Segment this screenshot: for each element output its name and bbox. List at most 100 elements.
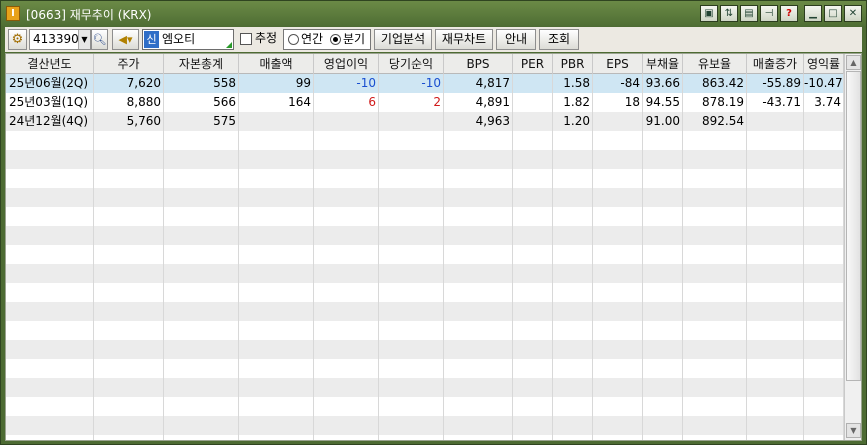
column-header[interactable]: 영업이익 xyxy=(314,54,379,74)
table-cell xyxy=(513,112,553,131)
grid-column-line xyxy=(164,245,239,264)
grid-column-line xyxy=(553,302,593,321)
query-button[interactable]: 조회 xyxy=(539,29,579,50)
column-header[interactable]: PER xyxy=(513,54,553,74)
grid-column-line xyxy=(643,321,683,340)
table-cell xyxy=(513,93,553,112)
minimize-icon[interactable]: ▁ xyxy=(804,5,822,22)
radio-quarterly[interactable] xyxy=(330,34,341,45)
table-cell: 1.20 xyxy=(563,114,590,128)
vertical-scrollbar[interactable]: ▲ ▼ xyxy=(844,54,861,440)
grid-column-line xyxy=(379,378,444,397)
table-cell: 2 xyxy=(433,95,441,109)
grid-column-line xyxy=(804,302,844,321)
speaker-icon[interactable]: ◀▾ xyxy=(112,29,139,50)
grid-column-line xyxy=(164,340,239,359)
grid-column-line xyxy=(6,378,94,397)
column-header[interactable]: 매출증가 xyxy=(747,54,804,74)
column-header[interactable]: 유보율 xyxy=(683,54,747,74)
company-analysis-button[interactable]: 기업분석 xyxy=(374,29,432,50)
table-row[interactable]: 24년12월(4Q) 5,760 575 4,963 1.20 91.00 892.54 xyxy=(6,112,844,131)
scroll-up-icon[interactable]: ▲ xyxy=(846,55,861,70)
estimate-checkbox[interactable]: 추정 xyxy=(238,29,280,50)
table-cell: 5,760 xyxy=(126,114,161,128)
table-cell: 164 xyxy=(288,95,311,109)
column-header[interactable]: 자본총계 xyxy=(164,54,239,74)
grid-column-line xyxy=(804,397,844,416)
grid-column-line xyxy=(239,150,314,169)
grid-column-line xyxy=(553,283,593,302)
arrange-icon[interactable]: ▣ xyxy=(700,5,718,22)
stock-name-field[interactable]: 신 엠오티 xyxy=(142,29,234,50)
grid-column-line xyxy=(239,245,314,264)
maximize-icon[interactable]: □ xyxy=(824,5,842,22)
grid-column-line xyxy=(6,131,94,150)
grid-column-line xyxy=(747,340,804,359)
grid-column-line xyxy=(94,359,164,378)
print-icon[interactable]: ▤ xyxy=(740,5,758,22)
guide-button[interactable]: 안내 xyxy=(496,29,536,50)
radio-annual[interactable] xyxy=(288,34,299,45)
grid-column-line xyxy=(747,207,804,226)
close-icon[interactable]: ✕ xyxy=(844,5,862,22)
column-header[interactable]: 영익률 xyxy=(804,54,844,74)
grid-column-line xyxy=(553,340,593,359)
column-header[interactable]: 부채율 xyxy=(643,54,683,74)
grid-column-line xyxy=(593,416,643,435)
row-background xyxy=(6,321,844,340)
grid-column-line xyxy=(643,245,683,264)
table-cell: -10 xyxy=(421,76,441,90)
column-header[interactable]: 주가 xyxy=(94,54,164,74)
title-bar[interactable]: I [0663] 재무추이 (KRX) ▣ ⇅ ▤ ⊣ ? ▁ □ ✕ xyxy=(1,1,866,26)
grid-column-line xyxy=(444,169,513,188)
table-cell: 24년12월(4Q) xyxy=(9,114,89,128)
search-icon[interactable]: 🔍︎ xyxy=(91,29,108,50)
chevron-down-icon[interactable]: ▼ xyxy=(78,30,90,49)
stock-code-input[interactable]: 413390 ▼ xyxy=(29,29,91,50)
table-cell: 558 xyxy=(213,76,236,90)
column-header[interactable]: PBR xyxy=(553,54,593,74)
table-cell: 3.74 xyxy=(814,95,841,109)
grid-column-line xyxy=(593,169,643,188)
column-header[interactable]: 결산년도 xyxy=(6,54,94,74)
scroll-thumb[interactable] xyxy=(846,71,861,381)
column-header[interactable]: BPS xyxy=(444,54,513,74)
scroll-down-icon[interactable]: ▼ xyxy=(846,423,861,438)
column-header[interactable]: EPS xyxy=(593,54,643,74)
column-header[interactable]: 당기순익 xyxy=(379,54,444,74)
grid-column-line xyxy=(6,169,94,188)
grid-column-line xyxy=(379,131,444,150)
grid-column-line xyxy=(804,207,844,226)
pin-icon[interactable]: ⊣ xyxy=(760,5,778,22)
grid-column-line xyxy=(239,378,314,397)
grid-column-line xyxy=(314,378,379,397)
table-cell: -43.71 xyxy=(762,95,801,109)
grid-column-line xyxy=(164,131,239,150)
grid-column-line xyxy=(379,416,444,435)
grid-column-line xyxy=(747,169,804,188)
column-header[interactable]: 매출액 xyxy=(239,54,314,74)
grid-column-line xyxy=(239,169,314,188)
link-icon[interactable]: ⇅ xyxy=(720,5,738,22)
grid-column-line xyxy=(164,264,239,283)
checkbox-box[interactable] xyxy=(240,33,252,45)
grid-column-line xyxy=(553,264,593,283)
settings-gear-icon[interactable]: ⚙ xyxy=(8,29,27,50)
grid-column-line xyxy=(314,169,379,188)
table-cell: 863.42 xyxy=(702,76,744,90)
grid-column-line xyxy=(94,188,164,207)
table-cell: 99 xyxy=(295,76,311,90)
grid-column-line xyxy=(513,302,553,321)
grid-column-line xyxy=(239,359,314,378)
table-row[interactable]: 25년03월(1Q) 8,880 566 164 6 2 4,891 1.82 18 94.55 8… xyxy=(6,93,844,112)
table-row[interactable]: 25년06월(2Q) 7,620 558 99 -10 -10 4,817 1.58 -84 93… xyxy=(6,74,844,93)
grid-column-line xyxy=(444,150,513,169)
grid-column-line xyxy=(513,226,553,245)
row-background xyxy=(6,378,844,397)
grid-column-line xyxy=(379,302,444,321)
grid-column-line xyxy=(444,378,513,397)
financial-chart-button[interactable]: 재무차트 xyxy=(435,29,493,50)
grid-column-line xyxy=(164,226,239,245)
grid-column-line xyxy=(164,378,239,397)
help-icon[interactable]: ? xyxy=(780,5,798,22)
